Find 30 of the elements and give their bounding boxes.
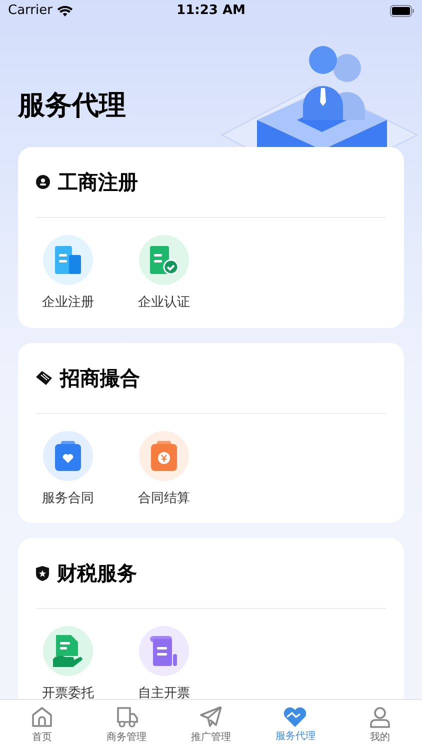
service-label[interactable]: 开票委托 <box>42 684 94 699</box>
clipboard-coin-icon <box>151 440 177 470</box>
tab-item[interactable]: 商务管理 <box>84 700 169 750</box>
battery-icon <box>390 5 414 17</box>
section-title: 财税服务 <box>57 560 137 587</box>
clock-time: 11:23 AM <box>176 2 246 20</box>
building-icon <box>55 246 81 274</box>
tab-item[interactable]: 我的 <box>338 700 422 750</box>
section-title: 招商撮合 <box>60 364 140 392</box>
tab-item[interactable]: 推广管理 <box>168 700 254 750</box>
paper-plane-icon <box>200 706 222 728</box>
person-icon <box>368 706 391 728</box>
service-label[interactable]: 合同结算 <box>138 488 190 508</box>
service-label[interactable]: 服务合同 <box>42 488 94 508</box>
page-title: 服务代理 <box>18 89 126 123</box>
scroll-document-icon <box>150 636 178 666</box>
home-icon <box>31 706 54 728</box>
service-label[interactable]: 自主开票 <box>138 684 190 699</box>
building-check-icon <box>150 246 178 274</box>
service-label[interactable]: 企业注册 <box>42 293 94 312</box>
document-hand-icon <box>53 635 83 667</box>
section-title: 工商注册 <box>58 169 138 196</box>
carrier-label: Carrier <box>8 2 52 20</box>
wifi-icon <box>57 5 74 17</box>
heart-icon <box>283 706 308 726</box>
tab-item[interactable]: 首页 <box>0 700 84 750</box>
truck-icon <box>116 706 138 728</box>
service-label[interactable]: 企业认证 <box>138 293 190 312</box>
person-badge-icon <box>36 175 50 189</box>
shield-icon <box>36 566 49 580</box>
